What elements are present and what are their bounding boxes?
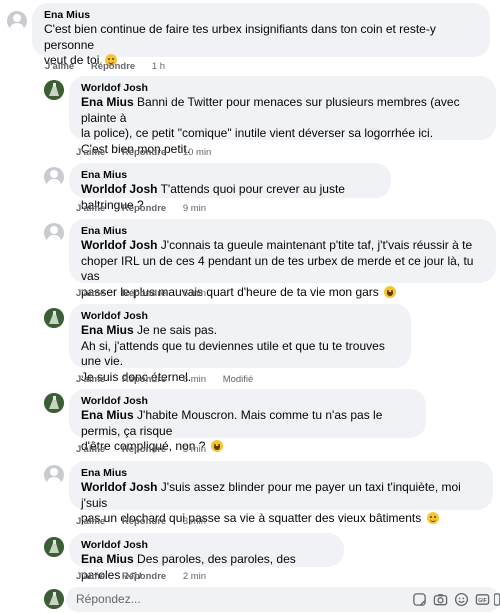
comment-bubble: Worldof Josh Ena Mius Banni de Twitter p… bbox=[69, 76, 496, 156]
reply-button[interactable]: Répondre bbox=[122, 203, 166, 214]
camera-icon[interactable] bbox=[433, 592, 448, 607]
reply-button[interactable]: Répondre bbox=[122, 444, 166, 455]
comment-actions: J'aime Répondre 6 min Modifié bbox=[76, 374, 267, 385]
profile-photo-icon bbox=[44, 308, 64, 328]
comment-bubble: Worldof Josh Ena Mius Des paroles, des p… bbox=[69, 533, 344, 582]
avatar[interactable] bbox=[44, 537, 64, 557]
avatar[interactable] bbox=[44, 589, 64, 609]
avatar[interactable] bbox=[44, 465, 64, 485]
avatar[interactable] bbox=[44, 393, 64, 413]
reply-button[interactable]: Répondre bbox=[91, 61, 135, 72]
avatar[interactable] bbox=[44, 80, 64, 100]
profile-photo-icon bbox=[44, 589, 64, 609]
like-button[interactable]: J'aime bbox=[45, 61, 74, 72]
like-button[interactable]: J'aime bbox=[76, 374, 105, 385]
comment-actions: J'aime Répondre 5 min bbox=[76, 444, 220, 455]
avatar[interactable] bbox=[44, 167, 64, 187]
comment-actions: J'aime Répondre 2 min bbox=[76, 571, 220, 582]
sticker-icon[interactable] bbox=[412, 592, 427, 607]
comment-actions: J'aime Répondre 6 min bbox=[76, 288, 220, 299]
timestamp[interactable]: 6 min bbox=[183, 288, 206, 299]
sticker-alt-icon[interactable] bbox=[494, 592, 500, 607]
avatar[interactable] bbox=[44, 223, 64, 243]
comment-bubble: Ena Mius Worldof Josh T'attends quoi pou… bbox=[69, 163, 391, 212]
edited-label: Modifié bbox=[222, 374, 254, 385]
mention-link[interactable]: Ena Mius bbox=[81, 408, 134, 422]
profile-photo-icon bbox=[44, 80, 64, 100]
like-button[interactable]: J'aime bbox=[76, 288, 105, 299]
comment-bubble: Worldof Josh Ena Mius J'habite Mouscron.… bbox=[69, 389, 426, 453]
like-button[interactable]: J'aime bbox=[76, 147, 105, 158]
timestamp[interactable]: 2 min bbox=[183, 571, 206, 582]
mention-link[interactable]: Worldof Josh bbox=[81, 182, 157, 196]
reply-button[interactable]: Répondre bbox=[122, 516, 166, 527]
comment-actions: J'aime Répondre 10 min bbox=[76, 147, 225, 158]
like-button[interactable]: J'aime bbox=[76, 516, 105, 527]
comment-author[interactable]: Worldof Josh bbox=[81, 82, 484, 95]
reply-button[interactable]: Répondre bbox=[122, 374, 166, 385]
wink-emoji-icon bbox=[426, 512, 439, 524]
comment-bubble: Worldof Josh Ena Mius Je ne sais pas. Ah… bbox=[69, 304, 411, 384]
comment-author[interactable]: Ena Mius bbox=[44, 9, 478, 22]
profile-photo-icon bbox=[44, 393, 64, 413]
comment-author[interactable]: Worldof Josh bbox=[81, 310, 399, 323]
like-button[interactable]: J'aime bbox=[76, 444, 105, 455]
comment-actions: J'aime Répondre 1 h bbox=[45, 61, 179, 72]
mention-link[interactable]: Ena Mius bbox=[81, 552, 134, 566]
timestamp[interactable]: 9 min bbox=[183, 203, 206, 214]
svg-text:GIF: GIF bbox=[478, 598, 487, 604]
timestamp[interactable]: 3 min bbox=[183, 516, 206, 527]
comment-actions: J'aime Répondre 9 min bbox=[76, 203, 220, 214]
reply-bar: Répondez... GIF bbox=[0, 586, 500, 613]
mention-link[interactable]: Ena Mius bbox=[81, 323, 134, 337]
reply-button[interactable]: Répondre bbox=[122, 288, 166, 299]
mention-link[interactable]: Worldof Josh bbox=[81, 480, 157, 494]
reply-button[interactable]: Répondre bbox=[122, 571, 166, 582]
mention-link[interactable]: Ena Mius bbox=[81, 95, 134, 109]
timestamp[interactable]: 5 min bbox=[183, 444, 206, 455]
avatar[interactable] bbox=[44, 308, 64, 328]
grin-emoji-icon bbox=[384, 285, 397, 298]
timestamp[interactable]: 6 min bbox=[183, 374, 206, 385]
comment-bubble: Ena Mius Worldof Josh J'connais ta gueul… bbox=[69, 219, 496, 299]
comment-author[interactable]: Ena Mius bbox=[81, 169, 379, 182]
reply-placeholder: Répondez... bbox=[76, 592, 141, 606]
comment-actions: J'aime Répondre 3 min bbox=[76, 516, 220, 527]
comment-author[interactable]: Ena Mius bbox=[81, 225, 484, 238]
comment-author[interactable]: Worldof Josh bbox=[81, 539, 332, 552]
profile-photo-icon bbox=[44, 537, 64, 557]
timestamp[interactable]: 10 min bbox=[183, 147, 212, 158]
emoji-icon[interactable] bbox=[454, 592, 469, 607]
comment-bubble: Ena Mius Worldof Josh J'suis assez blind… bbox=[69, 461, 493, 525]
mention-link[interactable]: Worldof Josh bbox=[81, 238, 157, 252]
comment-bubble: Ena Mius C'est bien continue de faire te… bbox=[32, 3, 490, 67]
reply-input[interactable]: Répondez... GIF bbox=[66, 587, 500, 612]
avatar[interactable] bbox=[7, 11, 27, 31]
reply-button[interactable]: Répondre bbox=[122, 147, 166, 158]
comment-author[interactable]: Ena Mius bbox=[81, 467, 481, 480]
like-button[interactable]: J'aime bbox=[76, 203, 105, 214]
timestamp[interactable]: 1 h bbox=[152, 61, 165, 72]
gif-icon[interactable]: GIF bbox=[475, 592, 490, 607]
like-button[interactable]: J'aime bbox=[76, 571, 105, 582]
comment-author[interactable]: Worldof Josh bbox=[81, 395, 414, 408]
